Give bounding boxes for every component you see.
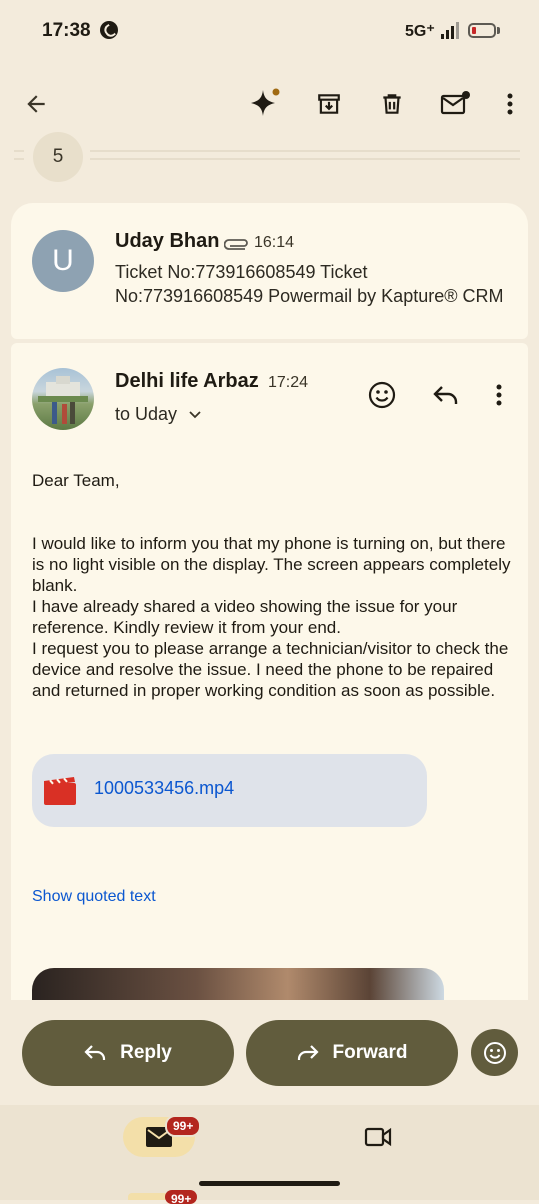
show-quoted-text-link[interactable]: Show quoted text <box>32 888 156 906</box>
mark-unread-icon[interactable] <box>435 84 475 124</box>
trash-icon[interactable] <box>372 84 412 124</box>
sender-name: Delhi life Arbaz <box>115 370 259 392</box>
network-type: 5G⁺ <box>405 23 435 40</box>
more-vert-icon[interactable] <box>490 84 530 124</box>
recipient-label: to Uday <box>115 404 178 424</box>
reply-button[interactable]: Reply <box>22 1020 234 1086</box>
forward-button[interactable]: Forward <box>246 1020 458 1086</box>
unread-badge: 99+ <box>165 1115 202 1137</box>
archive-icon[interactable] <box>309 84 349 124</box>
reply-icon[interactable] <box>426 375 466 415</box>
collapsed-messages-count[interactable]: 5 <box>33 132 83 182</box>
recipient-details-toggle[interactable]: to Uday <box>115 404 202 425</box>
body-paragraph: I would like to inform you that my phone… <box>32 534 511 595</box>
more-vert-icon[interactable] <box>479 375 519 415</box>
body-paragraph: I have already shared a video showing th… <box>32 597 458 637</box>
emoji-reaction-button[interactable] <box>471 1029 518 1076</box>
video-camera-icon <box>364 1127 392 1147</box>
attachment-name: 1000533456.mp4 <box>94 778 235 798</box>
forward-icon <box>297 1045 319 1060</box>
body-paragraph: I request you to please arrange a techni… <box>32 639 509 700</box>
signal-icon <box>441 22 463 39</box>
nav-meet-tab[interactable] <box>358 1117 398 1157</box>
message-snippet: Ticket No:773916608549 Ticket No:7739166… <box>115 262 504 306</box>
message-time: 16:14 <box>254 234 295 251</box>
emoji-icon <box>483 1041 506 1064</box>
reply-icon <box>84 1045 106 1060</box>
add-reaction-icon[interactable] <box>362 375 402 415</box>
avatar[interactable] <box>32 368 94 430</box>
arrow-back-icon[interactable] <box>16 84 56 124</box>
attachment-clip-icon <box>223 236 250 255</box>
collapsed-divider <box>90 150 520 152</box>
avatar[interactable]: U <box>32 230 94 292</box>
sparkle-icon[interactable] <box>245 83 285 123</box>
sender-name: Uday Bhan <box>115 230 220 252</box>
video-file-icon <box>44 777 76 810</box>
reply-label: Reply <box>120 1042 172 1063</box>
forward-label: Forward <box>332 1042 408 1063</box>
message-body: Dear Team, I would like to inform you th… <box>32 470 512 701</box>
battery-icon <box>468 23 496 38</box>
clock: 17:38 <box>42 20 91 41</box>
message-time: 17:24 <box>268 374 309 391</box>
ongoing-call-icon <box>100 21 118 39</box>
unread-badge: 99+ <box>165 1190 198 1204</box>
greeting: Dear Team, <box>32 471 120 490</box>
top-app-bar <box>0 62 539 150</box>
status-bar: 17:38 5G⁺ <box>0 0 539 62</box>
chevron-down-icon <box>189 411 201 419</box>
gesture-handle[interactable] <box>199 1181 340 1186</box>
